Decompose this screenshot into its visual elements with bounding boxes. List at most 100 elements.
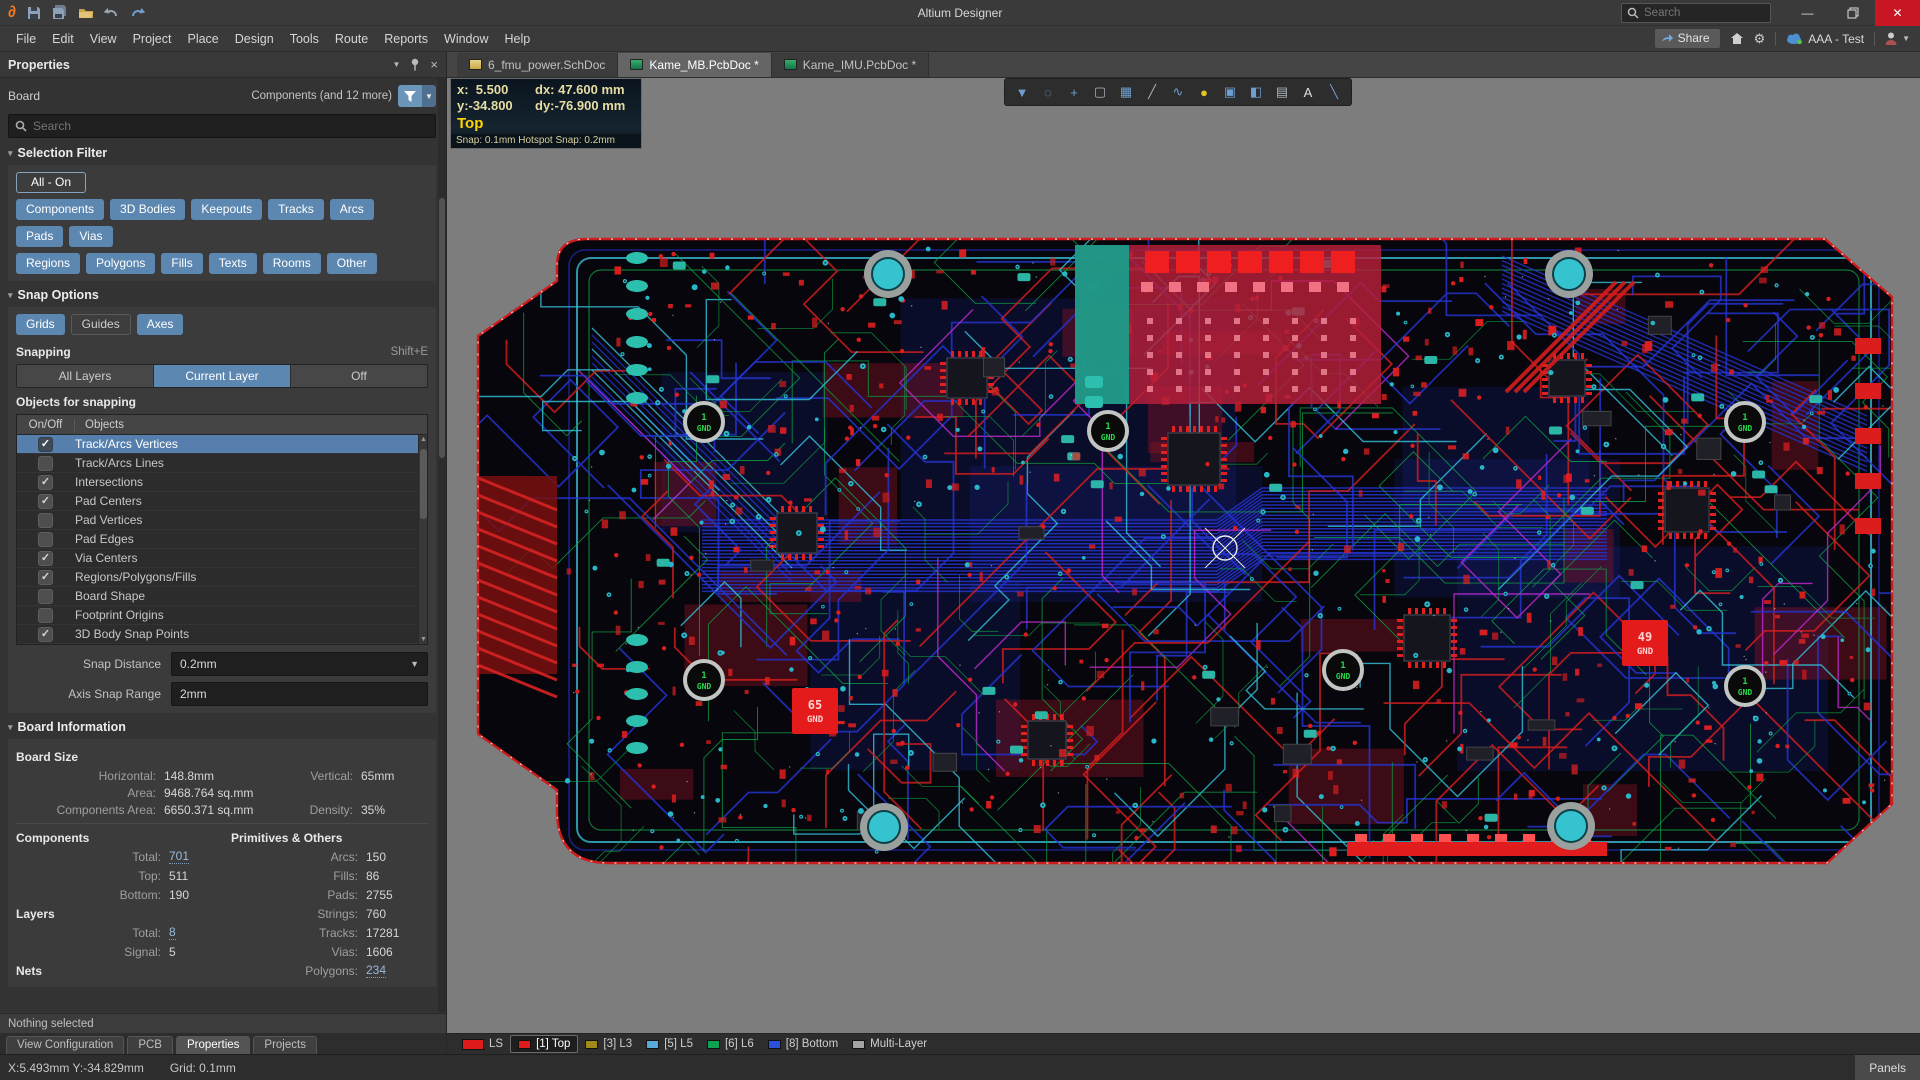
snapping-mode-option[interactable]: Off — [291, 365, 427, 387]
close-icon[interactable]: × — [430, 57, 438, 72]
checkbox[interactable]: ✓ — [38, 475, 53, 490]
scrollbar-thumb[interactable] — [420, 449, 427, 519]
chevron-down-icon[interactable]: ▼ — [392, 60, 400, 69]
column-header-objects[interactable]: Objects — [75, 419, 124, 431]
snap-object-row[interactable]: ✓ Pad Vertices — [17, 511, 427, 530]
pin-icon[interactable] — [410, 58, 420, 71]
restore-button[interactable] — [1830, 0, 1875, 26]
checkbox[interactable]: ✓ — [38, 608, 53, 623]
snapping-mode-option[interactable]: All Layers — [17, 365, 154, 387]
global-search-input[interactable] — [1644, 7, 1754, 19]
mask-icon[interactable]: ◧ — [1245, 81, 1267, 103]
user-menu[interactable]: ▼ — [1885, 32, 1910, 45]
filter-type-button[interactable]: Arcs — [330, 199, 374, 220]
snap-object-row[interactable]: ✓ 3D Body Snap Points — [17, 625, 427, 644]
move-icon[interactable]: + — [1063, 81, 1085, 103]
document-tab[interactable]: Kame_MB.PcbDoc * — [618, 53, 771, 77]
undo-icon[interactable] — [104, 5, 120, 21]
panel-tab[interactable]: Projects — [253, 1036, 317, 1054]
snap-object-row[interactable]: ✓ Track/Arcs Vertices — [17, 435, 427, 454]
image-overlay-icon[interactable]: ▣ — [1219, 81, 1241, 103]
board-information-header[interactable]: ▾ Board Information — [8, 720, 436, 734]
layer-tab[interactable]: Multi-Layer — [845, 1036, 934, 1052]
panel-search-box[interactable] — [8, 114, 436, 138]
settings-gear-icon[interactable]: ⚙ — [1754, 31, 1766, 47]
axis-snap-range-input[interactable]: 2mm — [171, 682, 428, 706]
text-tool-icon[interactable]: A — [1297, 81, 1319, 103]
filter-type-button[interactable]: Pads — [16, 226, 63, 247]
snap-options-header[interactable]: ▾ Snap Options — [8, 288, 436, 302]
snap-object-row[interactable]: ✓ Regions/Polygons/Fills — [17, 568, 427, 587]
minimize-button[interactable]: — — [1785, 0, 1830, 26]
snap-distance-select[interactable]: 0.2mm ▼ — [171, 652, 428, 676]
filter-type-button[interactable]: Rooms — [263, 253, 321, 274]
save-icon[interactable] — [26, 5, 42, 21]
filter-type-button[interactable]: Tracks — [268, 199, 324, 220]
chart-icon[interactable]: ▤ — [1271, 81, 1293, 103]
components-total-link[interactable]: 701 — [169, 850, 189, 864]
filter-type-button[interactable]: 3D Bodies — [110, 199, 185, 220]
filter-type-button[interactable]: Regions — [16, 253, 80, 274]
snap-object-row[interactable]: ✓ Via Centers — [17, 549, 427, 568]
marquee-select-icon[interactable]: ▢ — [1089, 81, 1111, 103]
menu-item[interactable]: Window — [436, 28, 496, 50]
snap-object-row[interactable]: ✓ Track/Arcs Lines — [17, 454, 427, 473]
snap-object-row[interactable]: ✓ Footprint Origins — [17, 606, 427, 625]
document-tab[interactable]: Kame_IMU.PcbDoc * — [772, 53, 929, 77]
polygons-link[interactable]: 234 — [366, 964, 386, 978]
open-folder-icon[interactable] — [78, 5, 94, 21]
panel-tab[interactable]: Properties — [176, 1036, 250, 1054]
board-grid-icon[interactable]: ▦ — [1115, 81, 1137, 103]
pcb-board-view[interactable]: 1GND1GND1GND1GND1GND1GND49GND65GND — [447, 78, 1920, 1033]
filter-icon[interactable]: ▼ — [1011, 81, 1033, 103]
checkbox[interactable]: ✓ — [38, 627, 53, 642]
menu-item[interactable]: Project — [125, 28, 180, 50]
snap-toggle-button[interactable]: Grids — [16, 314, 65, 335]
panel-tab[interactable]: View Configuration — [6, 1036, 124, 1054]
menu-item[interactable]: Design — [227, 28, 282, 50]
panel-search-input[interactable] — [33, 119, 393, 133]
panel-scrollbar[interactable] — [438, 78, 446, 1012]
snap-toggle-button[interactable]: Guides — [71, 314, 131, 335]
filter-type-button[interactable]: Texts — [209, 253, 257, 274]
checkbox[interactable]: ✓ — [38, 494, 53, 509]
menu-item[interactable]: File — [8, 28, 44, 50]
filter-type-button[interactable]: Fills — [161, 253, 202, 274]
snapping-mode-option[interactable]: Current Layer — [154, 365, 291, 387]
document-tab[interactable]: 6_fmu_power.SchDoc — [457, 53, 618, 77]
filter-type-button[interactable]: Keepouts — [191, 199, 262, 220]
close-button[interactable]: ✕ — [1875, 0, 1920, 26]
snap-object-row[interactable]: ✓ Pad Centers — [17, 492, 427, 511]
menu-item[interactable]: Help — [496, 28, 538, 50]
menu-item[interactable]: Reports — [376, 28, 436, 50]
filter-type-button[interactable]: Other — [327, 253, 377, 274]
checkbox[interactable]: ✓ — [38, 437, 53, 452]
checkbox[interactable]: ✓ — [38, 513, 53, 528]
column-header-onoff[interactable]: On/Off — [17, 419, 75, 431]
pcb-editor-canvas[interactable]: 1GND1GND1GND1GND1GND1GND49GND65GND x: 5.… — [447, 78, 1920, 1033]
layer-tab[interactable]: [1] Top — [510, 1035, 578, 1053]
filter-type-button[interactable]: Polygons — [86, 253, 155, 274]
highlight-icon[interactable]: ● — [1193, 81, 1215, 103]
measure-icon[interactable]: ╱ — [1141, 81, 1163, 103]
global-search-box[interactable] — [1621, 3, 1771, 23]
checkbox[interactable]: ✓ — [38, 551, 53, 566]
filter-type-button[interactable]: Components — [16, 199, 104, 220]
menu-item[interactable]: Place — [179, 28, 226, 50]
layers-total-link[interactable]: 8 — [169, 926, 176, 940]
lasso-select-icon[interactable]: ◌ — [1037, 81, 1059, 103]
snap-toggle-button[interactable]: Axes — [137, 314, 184, 335]
checkbox[interactable]: ✓ — [38, 532, 53, 547]
share-button[interactable]: Share — [1655, 29, 1720, 48]
panel-tab[interactable]: PCB — [127, 1036, 173, 1054]
menu-item[interactable]: Tools — [282, 28, 327, 50]
menu-item[interactable]: View — [82, 28, 125, 50]
layer-tab[interactable]: LS — [455, 1036, 510, 1052]
layer-tab[interactable]: [5] L5 — [639, 1036, 700, 1052]
selection-filter-header[interactable]: ▾ Selection Filter — [8, 146, 436, 160]
checkbox[interactable]: ✓ — [38, 456, 53, 471]
snap-object-row[interactable]: ✓ Board Shape — [17, 587, 427, 606]
menu-item[interactable]: Route — [327, 28, 376, 50]
snap-object-row[interactable]: ✓ Pad Edges — [17, 530, 427, 549]
snap-object-row[interactable]: ✓ Intersections — [17, 473, 427, 492]
